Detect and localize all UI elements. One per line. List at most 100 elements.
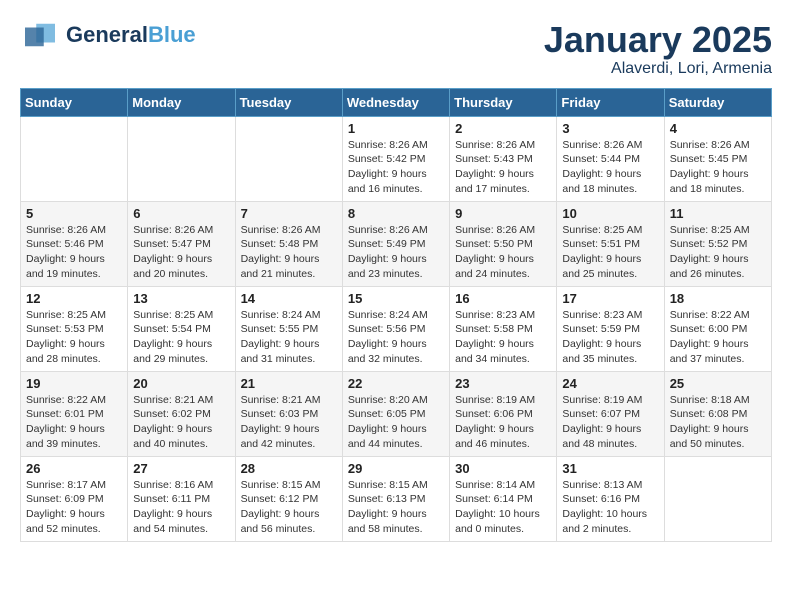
calendar-cell: 16Sunrise: 8:23 AM Sunset: 5:58 PM Dayli… [450,286,557,371]
day-number: 14 [241,291,337,306]
day-info: Sunrise: 8:26 AM Sunset: 5:47 PM Dayligh… [133,223,229,282]
day-number: 27 [133,461,229,476]
day-number: 21 [241,376,337,391]
col-monday: Monday [128,88,235,116]
calendar-cell: 2 Sunrise: 8:26 AM Sunset: 5:43 PM Daylig… [450,116,557,201]
logo-text-block: GeneralBlue [66,24,196,46]
calendar-cell: 9Sunrise: 8:26 AM Sunset: 5:50 PM Daylig… [450,201,557,286]
calendar-cell: 13 Sunrise: 8:25 AM Sunset: 5:54 PM Dayli… [128,286,235,371]
day-number: 6 [133,206,229,221]
header: GeneralBlue January 2025 Alaverdi, Lori,… [20,20,772,78]
calendar-cell: 22Sunrise: 8:20 AM Sunset: 6:05 PM Dayli… [342,371,449,456]
day-info: Sunrise: 8:26 AM Sunset: 5:50 PM Dayligh… [455,223,551,282]
day-number: 20 [133,376,229,391]
day-info: Sunrise: 8:23 AM Sunset: 5:58 PM Dayligh… [455,308,551,367]
day-number: 19 [26,376,122,391]
calendar-cell: 21Sunrise: 8:21 AM Sunset: 6:03 PM Dayli… [235,371,342,456]
day-info: Sunrise: 8:26 AM Sunset: 5:49 PM Dayligh… [348,223,444,282]
calendar-cell [235,116,342,201]
day-number: 12 [26,291,122,306]
day-number: 30 [455,461,551,476]
calendar-body: 1Sunrise: 8:26 AM Sunset: 5:42 PM Daylig… [21,116,772,541]
day-number: 5 [26,206,122,221]
calendar-cell: 7 Sunrise: 8:26 AM Sunset: 5:48 PM Daylig… [235,201,342,286]
day-info: Sunrise: 8:26 AM Sunset: 5:42 PM Dayligh… [348,138,444,197]
page: GeneralBlue January 2025 Alaverdi, Lori,… [0,0,792,552]
day-info: Sunrise: 8:25 AM Sunset: 5:53 PM Dayligh… [26,308,122,367]
calendar-week-1: 5 Sunrise: 8:26 AM Sunset: 5:46 PM Daylig… [21,201,772,286]
day-info: Sunrise: 8:26 AM Sunset: 5:45 PM Dayligh… [670,138,766,197]
day-info: Sunrise: 8:25 AM Sunset: 5:54 PM Dayligh… [133,308,229,367]
day-info: Sunrise: 8:24 AM Sunset: 5:55 PM Dayligh… [241,308,337,367]
calendar-cell: 31 Sunrise: 8:13 AM Sunset: 6:16 PM Dayli… [557,456,664,541]
calendar-week-0: 1Sunrise: 8:26 AM Sunset: 5:42 PM Daylig… [21,116,772,201]
calendar-cell: 27 Sunrise: 8:16 AM Sunset: 6:11 PM Dayli… [128,456,235,541]
calendar-cell: 26Sunrise: 8:17 AM Sunset: 6:09 PM Dayli… [21,456,128,541]
logo-icon [20,20,60,50]
day-number: 15 [348,291,444,306]
day-info: Sunrise: 8:26 AM Sunset: 5:44 PM Dayligh… [562,138,658,197]
calendar-cell [128,116,235,201]
day-info: Sunrise: 8:13 AM Sunset: 6:16 PM Dayligh… [562,478,658,537]
day-info: Sunrise: 8:23 AM Sunset: 5:59 PM Dayligh… [562,308,658,367]
calendar-cell: 4 Sunrise: 8:26 AM Sunset: 5:45 PM Daylig… [664,116,771,201]
calendar-week-3: 19Sunrise: 8:22 AM Sunset: 6:01 PM Dayli… [21,371,772,456]
calendar-cell: 19Sunrise: 8:22 AM Sunset: 6:01 PM Dayli… [21,371,128,456]
day-number: 2 [455,121,551,136]
calendar-cell: 15Sunrise: 8:24 AM Sunset: 5:56 PM Dayli… [342,286,449,371]
calendar-cell: 17Sunrise: 8:23 AM Sunset: 5:59 PM Dayli… [557,286,664,371]
day-info: Sunrise: 8:19 AM Sunset: 6:07 PM Dayligh… [562,393,658,452]
day-number: 29 [348,461,444,476]
day-info: Sunrise: 8:21 AM Sunset: 6:02 PM Dayligh… [133,393,229,452]
day-number: 18 [670,291,766,306]
calendar-cell: 8 Sunrise: 8:26 AM Sunset: 5:49 PM Daylig… [342,201,449,286]
day-number: 28 [241,461,337,476]
day-number: 10 [562,206,658,221]
col-sunday: Sunday [21,88,128,116]
day-number: 3 [562,121,658,136]
day-number: 11 [670,206,766,221]
logo-name: GeneralBlue [66,24,196,46]
day-info: Sunrise: 8:22 AM Sunset: 6:00 PM Dayligh… [670,308,766,367]
calendar-cell: 18 Sunrise: 8:22 AM Sunset: 6:00 PM Dayli… [664,286,771,371]
day-info: Sunrise: 8:26 AM Sunset: 5:48 PM Dayligh… [241,223,337,282]
calendar-cell: 1Sunrise: 8:26 AM Sunset: 5:42 PM Daylig… [342,116,449,201]
day-number: 7 [241,206,337,221]
col-saturday: Saturday [664,88,771,116]
day-number: 8 [348,206,444,221]
day-info: Sunrise: 8:26 AM Sunset: 5:46 PM Dayligh… [26,223,122,282]
logo: GeneralBlue [20,20,196,50]
calendar-week-4: 26Sunrise: 8:17 AM Sunset: 6:09 PM Dayli… [21,456,772,541]
day-info: Sunrise: 8:16 AM Sunset: 6:11 PM Dayligh… [133,478,229,537]
day-number: 31 [562,461,658,476]
col-tuesday: Tuesday [235,88,342,116]
day-info: Sunrise: 8:25 AM Sunset: 5:51 PM Dayligh… [562,223,658,282]
calendar-cell: 5 Sunrise: 8:26 AM Sunset: 5:46 PM Daylig… [21,201,128,286]
day-number: 4 [670,121,766,136]
calendar-cell: 23 Sunrise: 8:19 AM Sunset: 6:06 PM Dayli… [450,371,557,456]
day-number: 13 [133,291,229,306]
calendar-cell: 25 Sunrise: 8:18 AM Sunset: 6:08 PM Dayli… [664,371,771,456]
header-row: Sunday Monday Tuesday Wednesday Thursday… [21,88,772,116]
day-info: Sunrise: 8:15 AM Sunset: 6:13 PM Dayligh… [348,478,444,537]
calendar-cell: 6 Sunrise: 8:26 AM Sunset: 5:47 PM Daylig… [128,201,235,286]
day-info: Sunrise: 8:26 AM Sunset: 5:43 PM Dayligh… [455,138,551,197]
day-info: Sunrise: 8:25 AM Sunset: 5:52 PM Dayligh… [670,223,766,282]
day-number: 26 [26,461,122,476]
calendar-cell: 24 Sunrise: 8:19 AM Sunset: 6:07 PM Dayli… [557,371,664,456]
calendar-subtitle: Alaverdi, Lori, Armenia [544,60,772,78]
day-info: Sunrise: 8:18 AM Sunset: 6:08 PM Dayligh… [670,393,766,452]
day-number: 24 [562,376,658,391]
calendar-header: Sunday Monday Tuesday Wednesday Thursday… [21,88,772,116]
calendar-cell: 14 Sunrise: 8:24 AM Sunset: 5:55 PM Dayli… [235,286,342,371]
day-number: 22 [348,376,444,391]
calendar-cell [664,456,771,541]
day-number: 23 [455,376,551,391]
day-number: 25 [670,376,766,391]
calendar-cell: 30 Sunrise: 8:14 AM Sunset: 6:14 PM Dayli… [450,456,557,541]
calendar-cell: 3 Sunrise: 8:26 AM Sunset: 5:44 PM Daylig… [557,116,664,201]
day-info: Sunrise: 8:19 AM Sunset: 6:06 PM Dayligh… [455,393,551,452]
day-info: Sunrise: 8:14 AM Sunset: 6:14 PM Dayligh… [455,478,551,537]
col-friday: Friday [557,88,664,116]
calendar-cell [21,116,128,201]
